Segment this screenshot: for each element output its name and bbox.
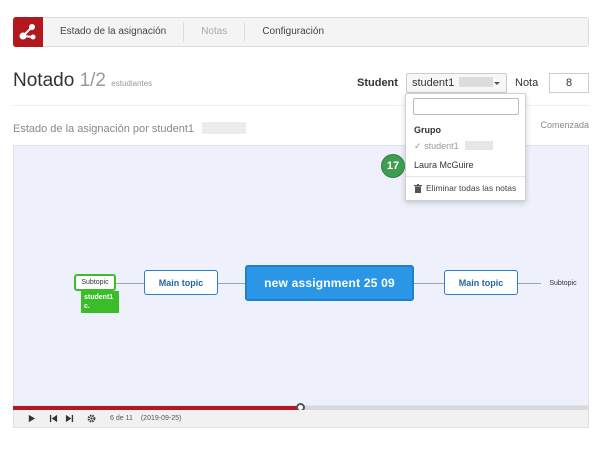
play-icon[interactable] — [24, 412, 38, 426]
chevron-down-icon — [494, 82, 500, 85]
graded-count-unit: estudiantes — [111, 79, 153, 88]
subtopic-node-left[interactable]: Subtopic — [74, 274, 116, 291]
playback-controls: 6 de 11 (2019-09-25) — [13, 410, 589, 428]
tab-configuracion[interactable]: Configuración — [244, 22, 341, 42]
subtopic-node-right[interactable]: Subtopic — [541, 276, 585, 290]
nota-label: Nota — [515, 77, 539, 89]
status-text: Comenzada — [540, 120, 589, 130]
main-topic-node-left[interactable]: Main topic — [144, 270, 218, 295]
redacted-surname — [202, 122, 247, 134]
checkmark-icon: ✓ — [414, 141, 422, 151]
connector-line — [414, 283, 444, 284]
delete-all-grades-label: Eliminar todas las notas — [426, 183, 517, 193]
gear-icon[interactable] — [84, 412, 98, 426]
assignment-status-label: Estado de la asignación por student1 — [13, 123, 195, 135]
tab-notas[interactable]: Notas — [183, 22, 244, 42]
nota-input[interactable]: 8 — [549, 73, 589, 93]
redacted-surname — [465, 141, 494, 150]
dropdown-option-selected-label: student1 — [424, 141, 459, 151]
student-select[interactable]: student1 — [406, 73, 507, 93]
central-topic-node[interactable]: new assignment 25 09 — [245, 265, 414, 301]
student-dropdown: Grupo ✓ student1 Laura McGuire Eliminar … — [405, 93, 526, 201]
skip-forward-icon[interactable] — [62, 412, 76, 426]
app-logo[interactable] — [13, 16, 43, 47]
delete-all-grades-item[interactable]: Eliminar todas las notas — [414, 183, 516, 193]
skip-back-icon[interactable] — [46, 412, 60, 426]
mindmap-logo-icon — [19, 23, 36, 39]
student-note[interactable]: student1 c. — [81, 291, 119, 313]
student-select-value: student1 — [412, 77, 455, 89]
page-title: Notado 1/2 estudiantes — [13, 70, 152, 92]
tab-estado[interactable]: Estado de la asignación — [57, 22, 183, 42]
main-topic-node-right[interactable]: Main topic — [444, 270, 518, 295]
connector-line — [116, 283, 144, 284]
student-label: Student — [357, 77, 398, 89]
connector-line — [218, 283, 245, 284]
graded-count: 1/2 — [79, 70, 106, 91]
trash-icon — [414, 183, 422, 193]
dropdown-search-input[interactable] — [413, 98, 519, 115]
dropdown-divider — [406, 176, 525, 177]
playback-position: 6 de 11 — [110, 415, 133, 422]
step-badge: 17 — [381, 154, 405, 178]
dropdown-option-selected[interactable]: ✓ student1 — [414, 141, 494, 152]
connector-line — [518, 283, 541, 284]
page: Estado de la asignación Notas Configurac… — [0, 0, 600, 465]
dropdown-option[interactable]: Laura McGuire — [414, 160, 474, 170]
page-title-text: Notado — [13, 70, 75, 91]
top-nav: Estado de la asignación Notas Configurac… — [13, 16, 589, 47]
student-note-line2: c. — [84, 303, 90, 310]
redacted-surname — [459, 77, 494, 87]
student-note-line1: student1 — [84, 294, 114, 301]
dropdown-group-label: Grupo — [414, 125, 441, 135]
playback-date: (2019-09-25) — [140, 415, 182, 422]
